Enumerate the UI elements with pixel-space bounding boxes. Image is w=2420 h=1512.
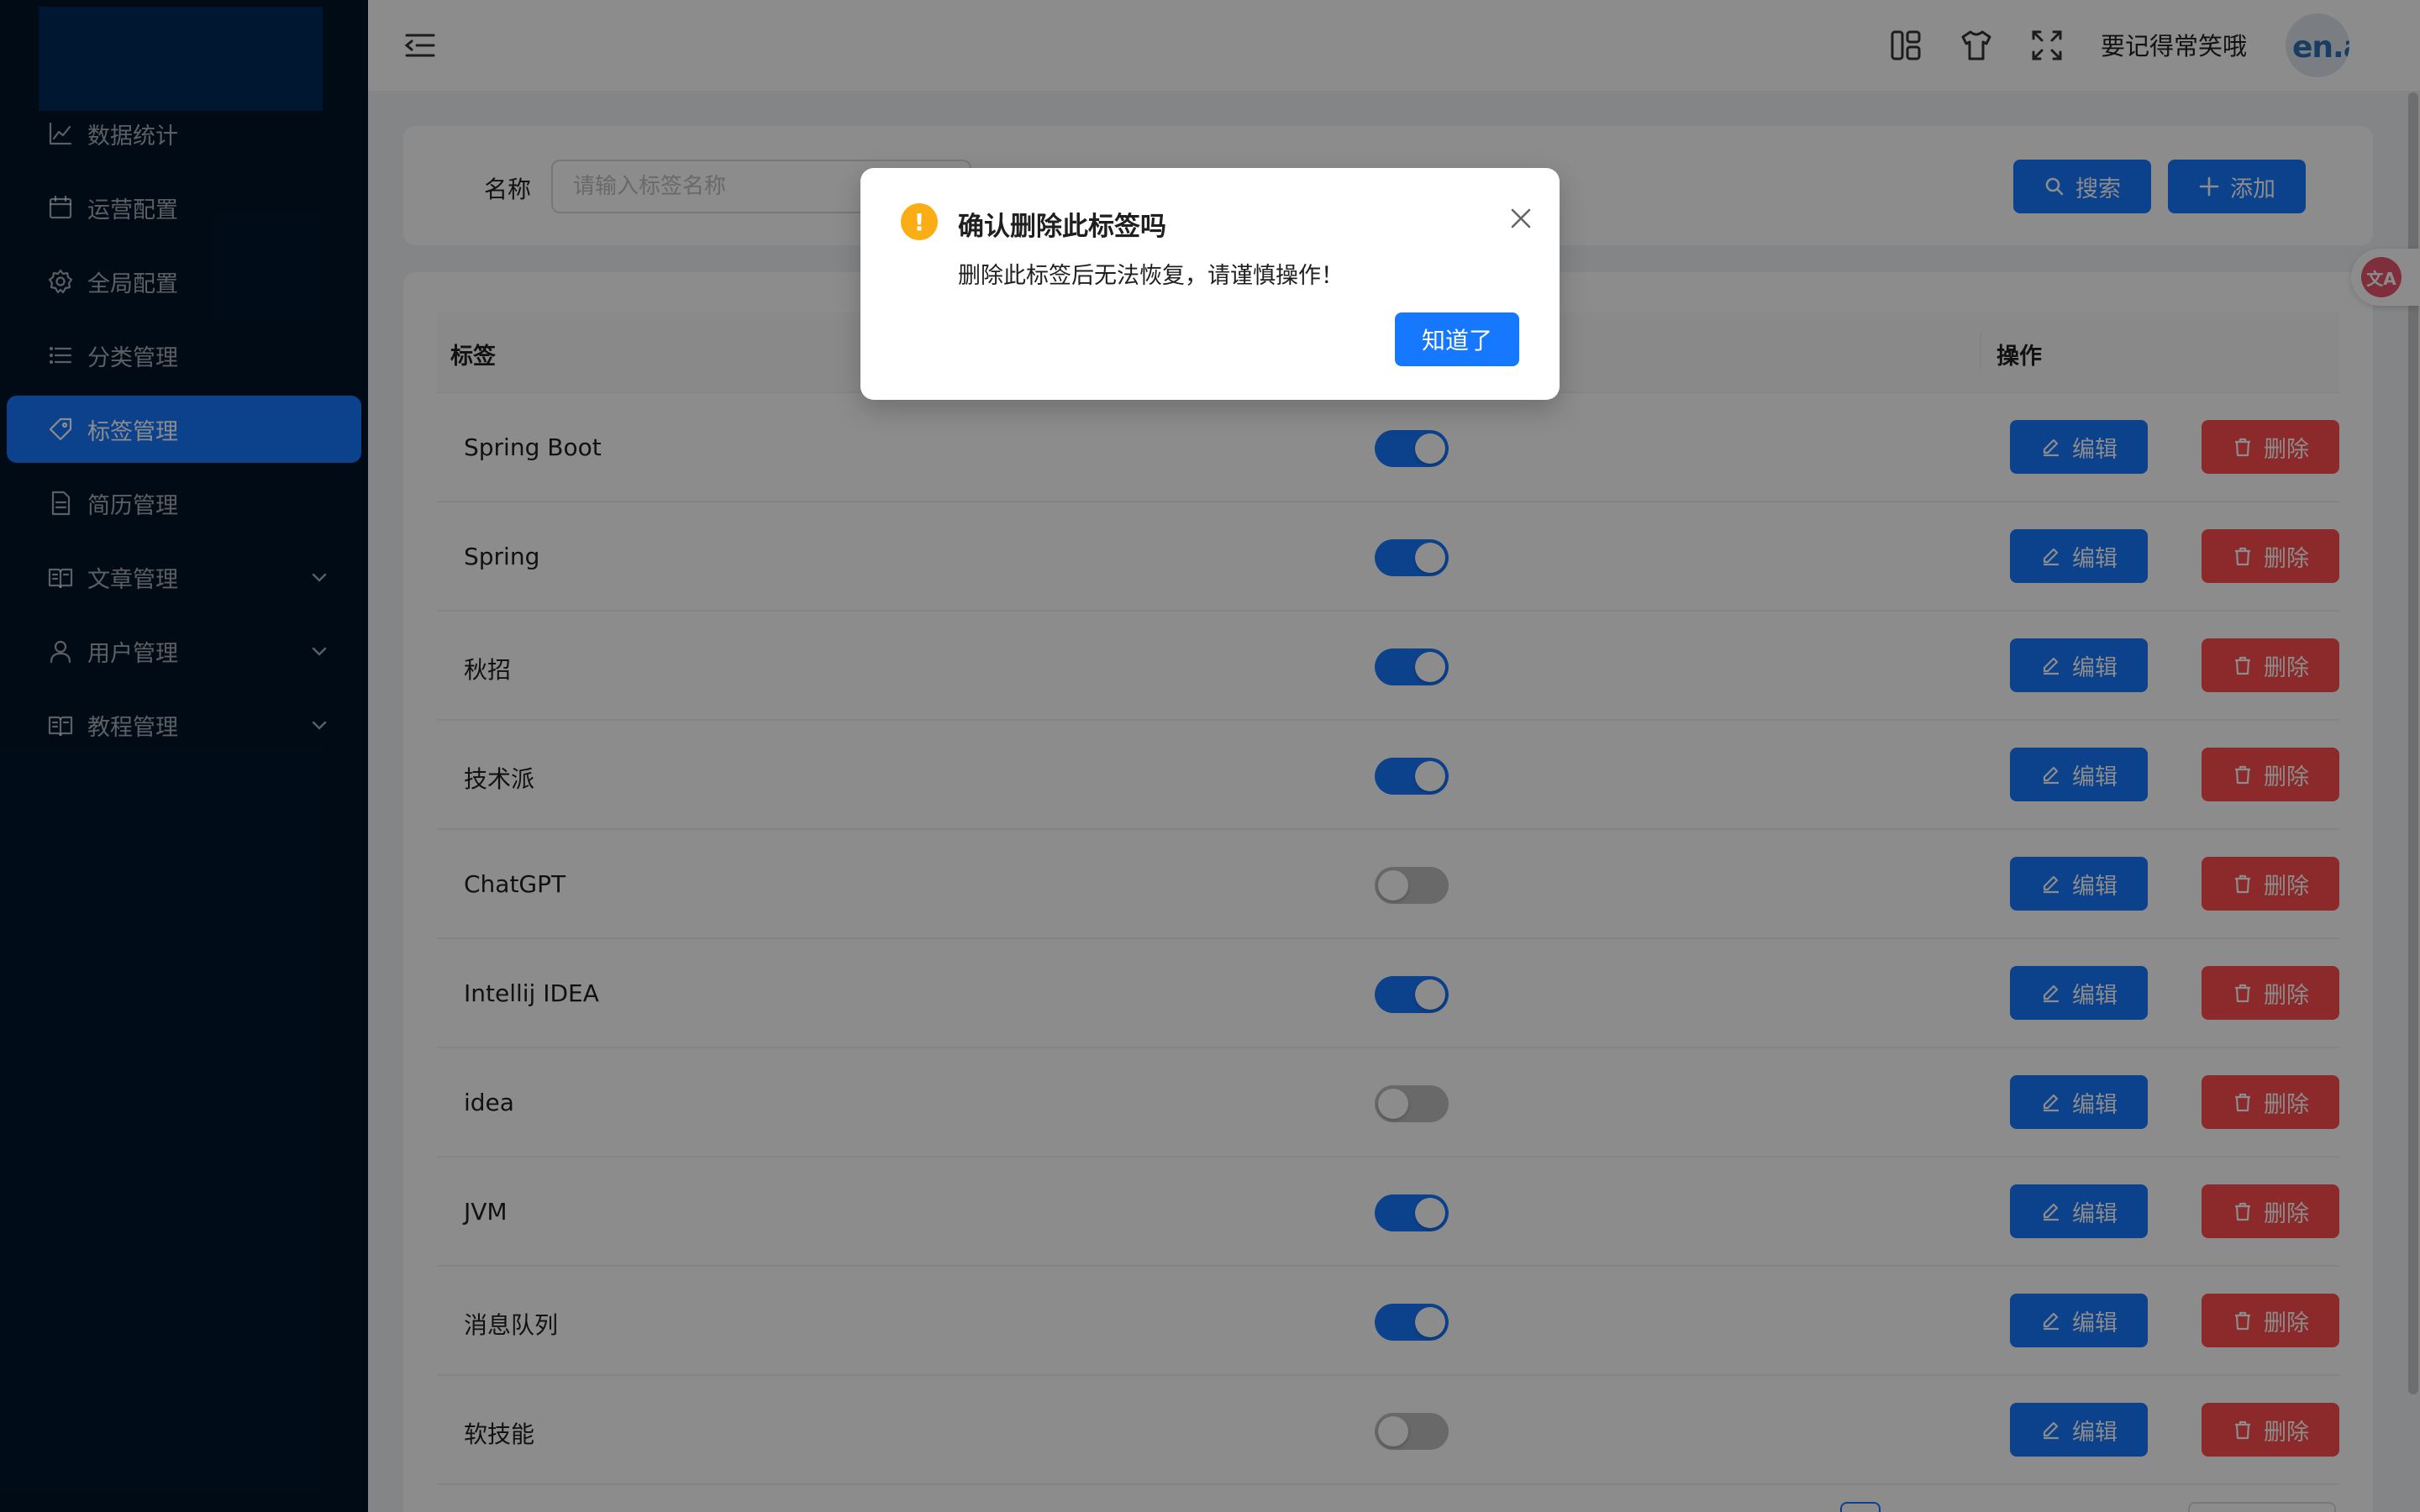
- close-icon[interactable]: [1502, 200, 1539, 237]
- modal-content: 删除此标签后无法恢复，请谨慎操作！: [958, 263, 1344, 289]
- modal-title: 确认删除此标签吗: [958, 212, 1166, 242]
- ok-button[interactable]: 知道了: [1395, 312, 1519, 366]
- exclamation-icon: !: [901, 203, 938, 240]
- confirm-delete-modal: ! 确认删除此标签吗 删除此标签后无法恢复，请谨慎操作！ 知道了: [860, 168, 1560, 400]
